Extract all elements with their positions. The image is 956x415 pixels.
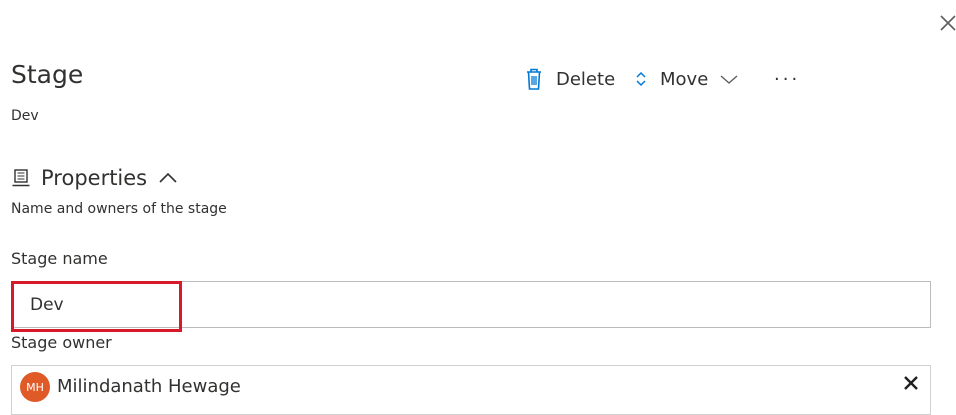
trash-icon (527, 68, 541, 90)
stage-name-input[interactable] (11, 281, 931, 328)
page-title: Stage (11, 60, 84, 89)
remove-owner-button[interactable] (900, 372, 922, 394)
avatar: MH (20, 372, 50, 402)
properties-description: Name and owners of the stage (11, 201, 227, 217)
delete-label: Delete (556, 68, 616, 90)
move-label: Move (660, 68, 709, 90)
stage-name-label: Stage name (11, 249, 108, 268)
stage-owner-label: Stage owner (11, 333, 112, 352)
properties-section-toggle[interactable]: Properties (11, 166, 179, 190)
delete-button[interactable]: Delete (524, 67, 634, 91)
more-label: ··· (774, 68, 801, 90)
properties-heading: Properties (41, 166, 148, 190)
more-actions-button[interactable]: ··· (774, 69, 800, 90)
toolbar: Delete Move ··· (524, 64, 800, 94)
page-subtitle: Dev (11, 108, 39, 124)
chevron-up-icon (159, 172, 177, 183)
owner-name: Milindanath Hewage (57, 376, 241, 397)
move-button[interactable]: Move (634, 69, 774, 90)
properties-icon (12, 169, 30, 187)
chevron-down-icon (720, 75, 738, 84)
remove-icon (904, 376, 918, 390)
sort-icon (636, 71, 646, 87)
close-panel-button[interactable] (938, 10, 956, 34)
close-icon (940, 15, 956, 31)
